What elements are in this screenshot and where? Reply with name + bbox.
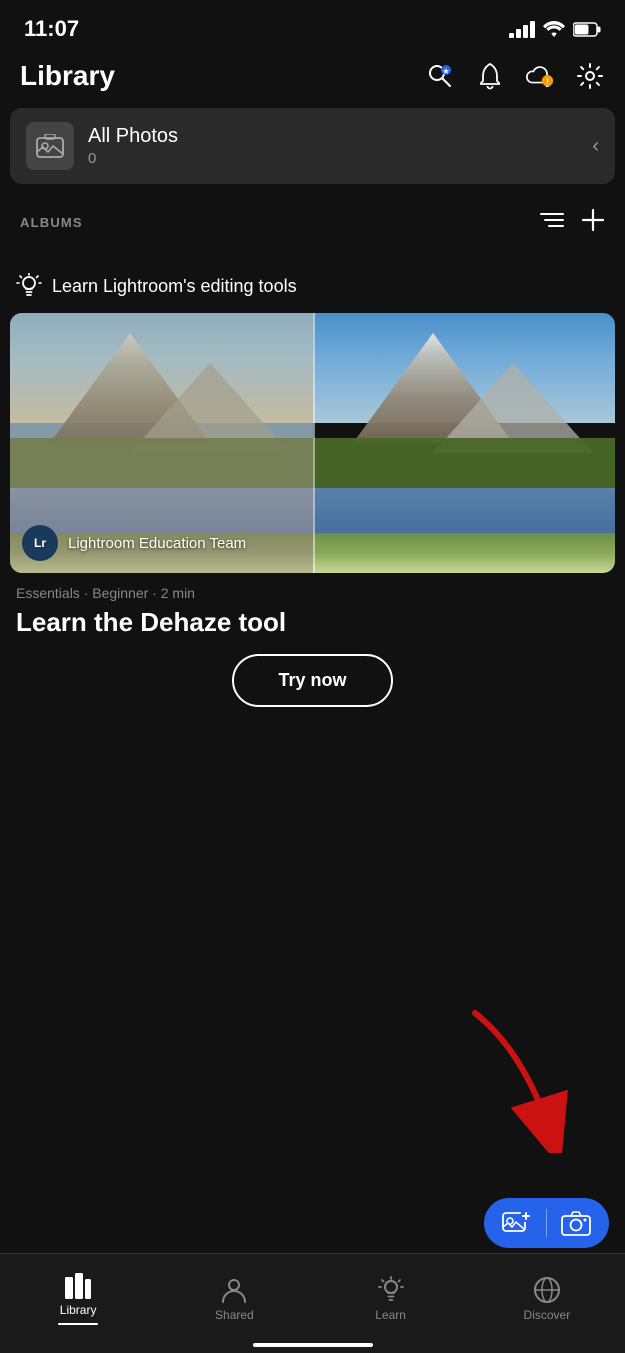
page-title: Library xyxy=(20,60,115,92)
learn-meta: Essentials · Beginner · 2 min xyxy=(10,573,615,603)
home-indicator xyxy=(253,1343,373,1347)
lightbulb-icon xyxy=(16,273,42,299)
arrow-indicator xyxy=(445,993,585,1153)
wifi-icon xyxy=(543,21,565,37)
all-photos-count: 0 xyxy=(88,150,592,167)
bell-icon[interactable] xyxy=(475,61,505,91)
header-icons: ★ ! xyxy=(425,61,605,91)
add-photo-fab[interactable] xyxy=(484,1198,609,1248)
card-attribution: Lr Lightroom Education Team xyxy=(22,525,246,561)
albums-header: ALBUMS xyxy=(0,200,625,249)
library-nav-icon xyxy=(64,1273,92,1299)
all-photos-chevron: ‹ xyxy=(592,135,599,158)
signal-icon xyxy=(509,21,535,38)
photos-icon xyxy=(26,122,74,170)
learn-card[interactable]: Lr Lightroom Education Team xyxy=(10,313,615,573)
nav-library[interactable]: Library xyxy=(0,1254,156,1333)
header: Library ★ ! xyxy=(0,52,625,108)
bottom-nav: Library Shared L xyxy=(0,1253,625,1353)
status-time: 11:07 xyxy=(24,16,79,42)
nav-discover[interactable]: Discover xyxy=(469,1254,625,1333)
learn-section-header: Learn Lightroom's editing tools xyxy=(10,273,615,299)
lr-avatar: Lr xyxy=(22,525,58,561)
nav-learn[interactable]: Learn xyxy=(313,1254,469,1333)
library-nav-label: Library xyxy=(60,1303,97,1317)
battery-icon xyxy=(573,22,601,37)
status-icons xyxy=(509,21,601,38)
shared-nav-label: Shared xyxy=(215,1308,254,1322)
albums-title: ALBUMS xyxy=(20,215,83,230)
library-nav-indicator xyxy=(58,1323,98,1325)
all-photos-title: All Photos xyxy=(88,125,592,148)
shared-nav-icon xyxy=(221,1276,247,1304)
all-photos-row[interactable]: All Photos 0 ‹ xyxy=(10,108,615,184)
try-now-button[interactable]: Try now xyxy=(232,654,392,707)
sort-icon[interactable] xyxy=(539,210,565,235)
learn-section: Learn Lightroom's editing tools xyxy=(0,249,625,737)
camera-icon[interactable] xyxy=(561,1210,591,1236)
after-image xyxy=(313,313,616,573)
nav-shared[interactable]: Shared xyxy=(156,1254,312,1333)
search-icon[interactable]: ★ xyxy=(425,61,455,91)
cloud-warning-icon[interactable]: ! xyxy=(525,61,555,91)
all-photos-info: All Photos 0 xyxy=(88,125,592,167)
add-to-library-icon xyxy=(502,1208,532,1238)
fab-divider xyxy=(546,1209,547,1237)
add-album-icon[interactable] xyxy=(581,208,605,237)
status-bar: 11:07 xyxy=(0,0,625,52)
discover-nav-label: Discover xyxy=(524,1308,571,1322)
discover-nav-icon xyxy=(533,1276,561,1304)
learn-header-text: Learn Lightroom's editing tools xyxy=(52,276,297,297)
learn-card-image: Lr Lightroom Education Team xyxy=(10,313,615,573)
settings-icon[interactable] xyxy=(575,61,605,91)
learn-nav-label: Learn xyxy=(375,1308,406,1322)
albums-actions xyxy=(539,208,605,237)
attribution-name: Lightroom Education Team xyxy=(68,535,246,552)
svg-text:★: ★ xyxy=(443,68,450,76)
learn-nav-icon xyxy=(378,1276,404,1304)
learn-tool-title: Learn the Dehaze tool xyxy=(10,603,615,654)
svg-text:!: ! xyxy=(546,76,549,86)
